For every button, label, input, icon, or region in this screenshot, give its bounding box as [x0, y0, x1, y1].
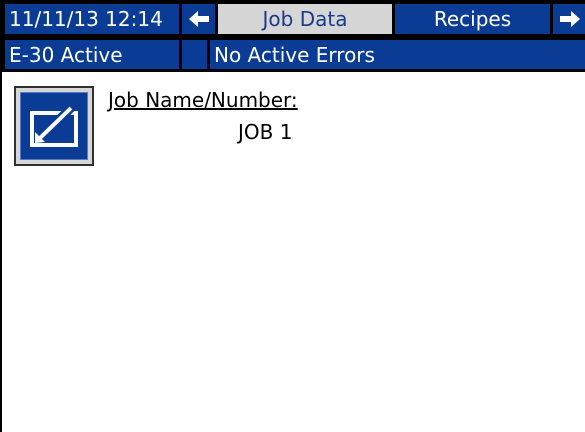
- screen: 11/11/13 12:14 Job Data Recipes E-30 Act…: [0, 0, 585, 432]
- job-name-label: Job Name/Number:: [108, 88, 298, 112]
- datetime-display: 11/11/13 12:14: [5, 4, 179, 34]
- error-status: No Active Errors: [210, 40, 585, 69]
- tab-job-data[interactable]: Job Data: [218, 4, 392, 34]
- next-screen-button[interactable]: [553, 4, 585, 34]
- previous-screen-button[interactable]: [182, 4, 215, 34]
- tab-recipes[interactable]: Recipes: [395, 4, 550, 34]
- status-indicator: [182, 40, 207, 69]
- job-name-value: JOB 1: [238, 120, 293, 144]
- header-bar: 11/11/13 12:14 Job Data Recipes: [2, 0, 585, 36]
- edit-job-button[interactable]: [14, 86, 94, 166]
- edit-button-face: [20, 92, 88, 160]
- system-mode-status: E-30 Active: [5, 40, 179, 69]
- left-arrow-icon: [188, 11, 209, 27]
- status-bar: E-30 Active No Active Errors: [2, 36, 585, 72]
- right-arrow-icon: [560, 11, 580, 27]
- edit-icon: [30, 104, 78, 147]
